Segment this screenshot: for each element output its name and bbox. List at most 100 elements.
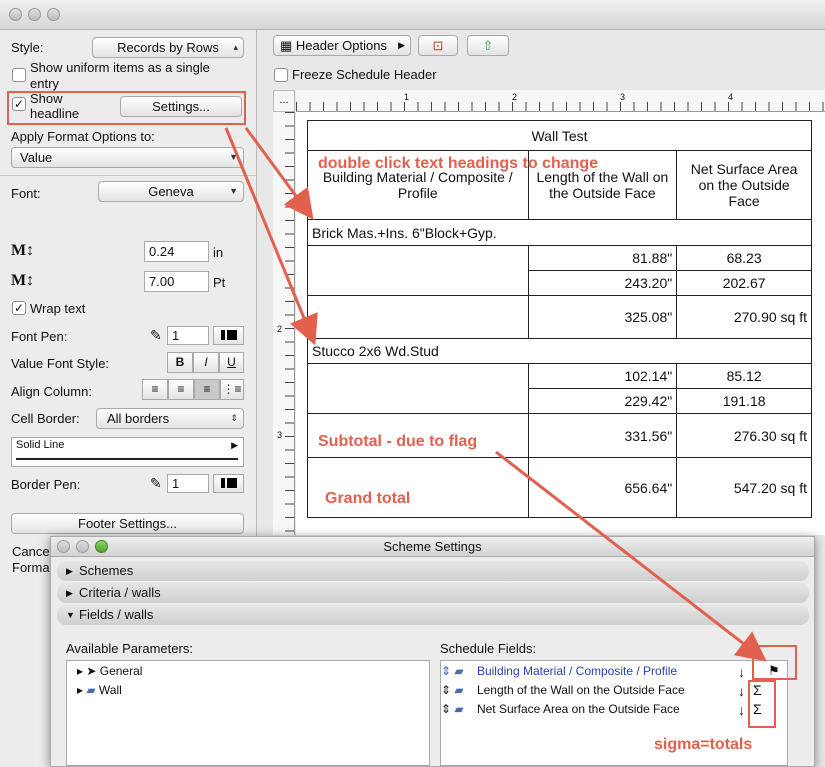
table-cell[interactable]: 81.88" [527,245,678,271]
minimize-window-button[interactable] [28,8,41,21]
table-cell[interactable]: 102.14" [527,363,678,389]
margin-field[interactable]: 0.24 [144,241,209,262]
ruler-tick-label: 2 [277,324,283,334]
font-pen-color-button[interactable] [213,326,244,345]
table-cell[interactable] [307,457,529,518]
schedule-title[interactable]: Wall Test [307,120,812,151]
table-cell[interactable]: 191.18 [676,388,812,414]
sort-arrow-icon[interactable]: ↓ [738,683,745,699]
align-decimal-button[interactable]: ⋮≡ [220,379,244,400]
scheme-title: Scheme Settings [383,539,482,554]
show-headline-checkbox[interactable]: ✓ [12,97,26,111]
close-window-button[interactable] [57,540,70,553]
table-cell[interactable]: 202.67 [676,270,812,296]
align-center-button[interactable]: ≡ [168,379,194,400]
grand-total-cell[interactable]: 547.20 sq ft [676,457,812,518]
value-font-style-label: Value Font Style: [11,356,110,371]
list-item-general[interactable]: ▸ ➤ General [77,664,142,678]
list-item-label: Wall [98,683,122,697]
updown-arrows-icon: ▴ [233,42,238,52]
table-cell[interactable]: 243.20" [527,270,678,296]
show-uniform-checkbox[interactable] [12,68,26,82]
font-size-field[interactable]: 7.00 [144,271,209,292]
style-value: Records by Rows [117,40,219,55]
align-right-button[interactable]: ≡ [194,379,220,400]
table-cell[interactable] [307,245,529,296]
scheme-titlebar: Scheme Settings [51,537,814,557]
align-left-button[interactable]: ≡ [142,379,168,400]
disclosure-right-icon: ▶ [66,588,73,598]
line-style-value: Solid Line [16,439,65,451]
table-cell[interactable] [307,295,529,339]
schedule-field-row[interactable]: ⇕ ▰ Net Surface Area on the Outside Face [441,702,680,716]
subtotal-cell[interactable]: 276.30 sq ft [676,413,812,458]
section-label: Fields / walls [79,607,154,622]
disclosure-right-icon: ▸ [77,683,87,697]
cell-border-popup[interactable]: All borders ⇕ [96,408,244,429]
wrap-text-label: Wrap text [30,301,86,316]
align-decimal-icon: ⋮≡ [222,382,242,396]
zoom-window-button[interactable] [47,8,60,21]
select-cell-tool-button[interactable]: ⊡ [418,35,458,56]
cell-border-value: All borders [107,411,170,426]
font-popup[interactable]: Geneva ▼ [98,181,244,202]
wall-icon: ▰ [86,683,99,697]
disclosure-down-icon: ▼ [66,610,75,620]
border-pen-field[interactable]: 1 [167,474,209,493]
apply-format-label: Apply Format Options to: [11,129,155,144]
annotation-grand-total: Grand total [325,490,411,507]
chevron-right-icon: ▶ [398,40,405,50]
sort-arrow-icon[interactable]: ↓ [738,702,745,718]
recalculate-button[interactable]: ⇧ [467,35,509,56]
table-cell[interactable] [307,363,529,414]
freeze-header-checkbox[interactable] [274,68,288,82]
list-item-wall[interactable]: ▸ ▰ Wall [77,683,122,697]
apply-format-popup[interactable]: Value ▼ [11,147,244,168]
schedule-field-row[interactable]: ⇕ ▰ Building Material / Composite / Prof… [441,664,677,678]
section-schemes[interactable]: ▶ Schemes [57,561,809,581]
style-popup[interactable]: Records by Rows ▴ [92,37,244,58]
table-cell[interactable]: 85.12 [676,363,812,389]
zoom-window-button[interactable] [95,540,108,553]
line-style-popup[interactable]: Solid Line ▶ [11,437,244,467]
section-fields[interactable]: ▼ Fields / walls [57,605,809,625]
subtotal-cell[interactable]: 325.08" [527,295,678,339]
italic-button[interactable]: I [193,352,219,373]
annotation-subtotal: Subtotal - due to flag [318,433,478,450]
show-headline-label: Show headline [30,91,80,121]
disclosure-right-icon: ▸ [77,664,87,678]
wrap-text-checkbox[interactable]: ✓ [12,301,26,315]
group-header[interactable]: Stucco 2x6 Wd.Stud [307,338,812,364]
border-pen-color-button[interactable] [213,474,244,493]
ruler-ticks [296,102,825,111]
horizontal-ruler: 1 2 3 4 [296,90,825,112]
drag-handle-icon: ⇕ [441,702,455,716]
close-window-button[interactable] [9,8,22,21]
freeze-header-label: Freeze Schedule Header [292,67,437,82]
schedule-field-label: Length of the Wall on the Outside Face [476,683,685,697]
sort-arrow-icon[interactable]: ↓ [738,664,745,680]
ruler-corner[interactable]: ... [273,90,295,112]
grand-total-cell[interactable]: 656.64" [527,457,678,518]
table-row: Wall Test [307,120,812,151]
schedule-field-label: Building Material / Composite / Profile [476,664,678,678]
footer-settings-button[interactable]: Footer Settings... [11,513,244,534]
section-criteria[interactable]: ▶ Criteria / walls [57,583,809,603]
table-row: Stucco 2x6 Wd.Stud [307,338,812,364]
wall-icon: ▰ [454,664,467,678]
show-uniform-label: Show uniform items as a single entry [30,60,210,91]
font-pen-field[interactable]: 1 [167,326,209,345]
settings-button[interactable]: Settings... [120,96,242,117]
available-params-list[interactable]: ▸ ➤ General ▸ ▰ Wall [66,660,430,766]
header-cell[interactable]: Net Surface Area on the Outside Face [676,150,812,220]
subtotal-cell[interactable]: 270.90 sq ft [676,295,812,339]
subtotal-cell[interactable]: 331.56" [527,413,678,458]
bold-button[interactable]: B [167,352,193,373]
minimize-window-button[interactable] [76,540,89,553]
header-options-button[interactable]: ▦ Header Options ▶ [273,35,411,56]
schedule-field-row[interactable]: ⇕ ▰ Length of the Wall on the Outside Fa… [441,683,685,697]
table-cell[interactable]: 229.42" [527,388,678,414]
underline-button[interactable]: U [219,352,244,373]
table-cell[interactable]: 68.23 [676,245,812,271]
group-header[interactable]: Brick Mas.+Ins. 6"Block+Gyp. [307,219,812,246]
